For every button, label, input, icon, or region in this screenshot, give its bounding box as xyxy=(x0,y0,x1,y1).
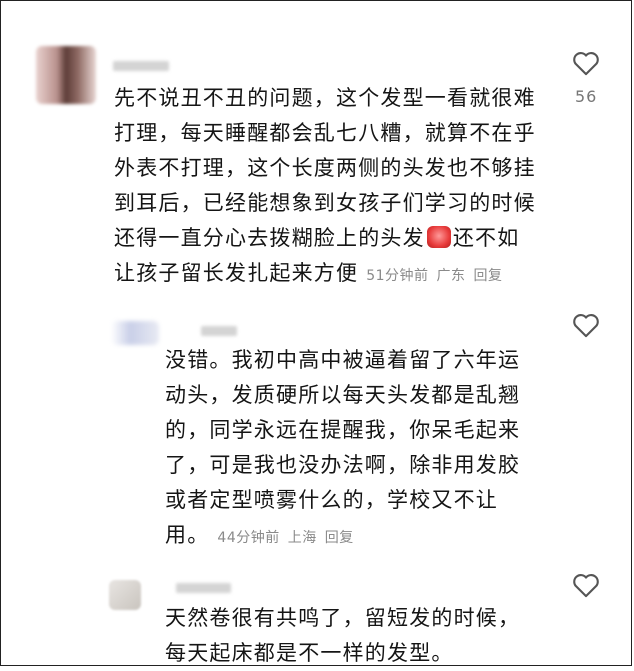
timestamp: 44分钟前 xyxy=(217,530,280,546)
heart-outline-icon[interactable] xyxy=(572,50,600,76)
comment-line: 外表不打理，这个长度两侧的头发也不够挂 xyxy=(114,156,536,180)
comment-meta: 44分钟前 上海 回复 xyxy=(217,530,361,546)
comment-line-text: 还得一直分心去拨糊脸上的头发 xyxy=(114,226,425,250)
username-blurred[interactable] xyxy=(176,583,231,593)
timestamp: 51分钟前 xyxy=(366,268,429,284)
comment-line-text: 用。 xyxy=(165,523,210,547)
comment-text: 先不说丑不丑的问题，这个发型一看就很难 打理，每天睡醒都会乱七八糟，就算不在乎 … xyxy=(114,81,536,294)
username-blurred[interactable] xyxy=(201,326,237,336)
comment-line: 打理，每天睡醒都会乱七八糟，就算不在乎 xyxy=(114,121,536,145)
comment-line: 让孩子留长发扎起来方便 51分钟前 广东 回复 xyxy=(114,256,536,294)
comment-line: 每天起床都是不一样的发型。 xyxy=(165,641,454,665)
comment-line-text: 还不如 xyxy=(452,226,520,250)
comment-line: 了，可是我也没办法啊，除非用发胶 xyxy=(165,453,521,477)
comment-line: 天然卷很有共鸣了，留短发的时候， xyxy=(165,606,521,630)
avatar[interactable] xyxy=(111,321,159,345)
comment-line: 到耳后，已经能想象到女孩子们学习的时候 xyxy=(114,191,536,215)
heart-outline-icon[interactable] xyxy=(572,572,600,598)
reply-button[interactable]: 回复 xyxy=(325,530,354,546)
like-count: 56 xyxy=(575,87,598,106)
comment-text: 没错。我初中高中被逼着留了六年运 动头，发质硬所以每天头发都是乱翘 的，同学永远… xyxy=(165,343,520,556)
username-blurred[interactable] xyxy=(113,61,169,71)
comment-line: 还得一直分心去拨糊脸上的头发 还不如 xyxy=(114,221,536,256)
comment-line: 的，同学永远在提醒我，你呆毛起来 xyxy=(165,418,521,442)
screenshot-frame: 先不说丑不丑的问题，这个发型一看就很难 打理，每天睡醒都会乱七八糟，就算不在乎 … xyxy=(0,0,632,666)
comment-line: 没错。我初中高中被逼着留了六年运 xyxy=(165,348,521,372)
crying-face-emoji-icon xyxy=(426,226,451,248)
comment-line: 动头，发质硬所以每天头发都是乱翘 xyxy=(165,383,521,407)
avatar[interactable] xyxy=(109,580,141,610)
avatar[interactable] xyxy=(36,46,96,104)
comment-line: 用。 44分钟前 上海 回复 xyxy=(165,518,520,556)
location: 上海 xyxy=(287,530,317,546)
comment-meta: 51分钟前 广东 回复 xyxy=(366,268,510,284)
comment-line: 或者定型喷雾什么的，学校又不让 xyxy=(165,488,498,512)
location: 广东 xyxy=(436,268,466,284)
heart-outline-icon[interactable] xyxy=(572,312,600,338)
comment-line-text: 让孩子留长发扎起来方便 xyxy=(114,261,359,285)
comment-text: 天然卷很有共鸣了，留短发的时候， 每天起床都是不一样的发型。 xyxy=(165,601,520,671)
reply-button[interactable]: 回复 xyxy=(474,268,503,284)
comment-line: 先不说丑不丑的问题，这个发型一看就很难 xyxy=(114,86,536,110)
